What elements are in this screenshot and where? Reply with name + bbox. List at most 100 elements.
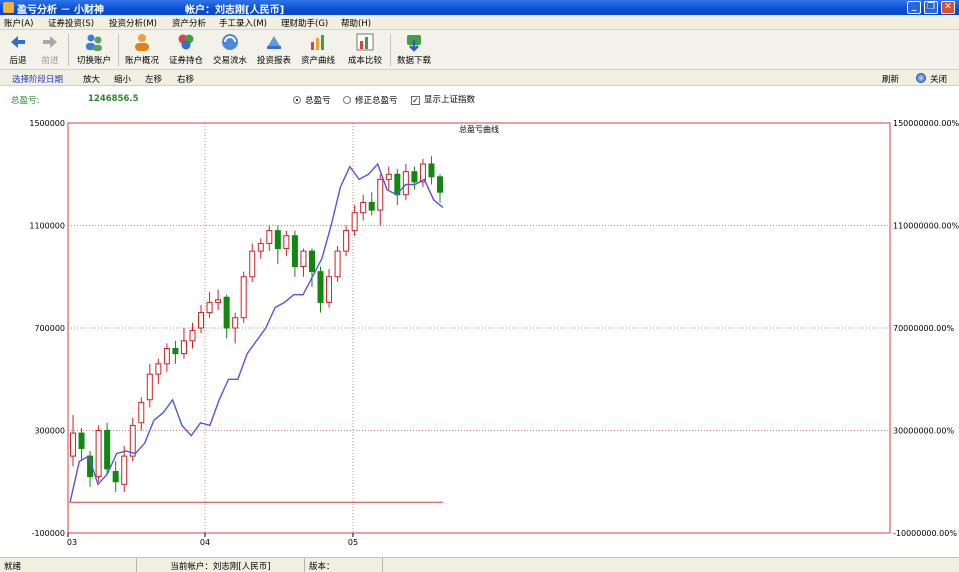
download-icon xyxy=(407,35,421,52)
menu-manual[interactable]: 手工录入(M) xyxy=(219,17,267,29)
candle-body xyxy=(377,178,384,211)
candle-body xyxy=(411,171,418,183)
toolbar-separator xyxy=(390,34,391,66)
candle-body xyxy=(70,432,76,457)
candle-body xyxy=(215,299,222,303)
radio-dot xyxy=(343,96,351,104)
status-current-account: 当前帐户：刘志刚[人民币] xyxy=(137,558,305,572)
bar-chart-icon xyxy=(311,35,324,50)
menu-help[interactable]: 帮助(H) xyxy=(341,17,371,29)
candle-body xyxy=(249,250,256,278)
transaction-flow-button[interactable]: 交易流水 xyxy=(210,32,250,66)
candle-body xyxy=(368,201,375,211)
pan-left-button[interactable]: 左移 xyxy=(145,73,162,85)
data-download-button[interactable]: 数据下载 xyxy=(394,32,434,66)
candle-body xyxy=(232,317,239,329)
close-icon[interactable] xyxy=(916,73,926,83)
app-icon xyxy=(3,2,14,13)
users-icon xyxy=(86,34,102,51)
radio-total-pnl[interactable]: 总盈亏 xyxy=(293,94,331,106)
pnl-chart: 1500000 150000000.00% 1100000 110000000.00%… xyxy=(29,119,959,547)
y-tick-label-right: 110000000.00% xyxy=(893,222,959,231)
candle-body xyxy=(112,471,119,483)
radio-adjusted-pnl[interactable]: 修正总盈亏 xyxy=(343,94,398,106)
candle-body xyxy=(300,250,307,267)
y-tick-label-right: 30000000.00% xyxy=(893,427,954,436)
zoom-in-button[interactable]: 放大 xyxy=(83,73,100,85)
candle-body xyxy=(274,230,281,250)
menu-assistant[interactable]: 理财助手(G) xyxy=(281,17,328,29)
flow-icon xyxy=(222,34,238,50)
candle-body xyxy=(291,235,298,267)
y-tick-label-right: 70000000.00% xyxy=(893,324,954,333)
y-tick-label-left: -100000 xyxy=(32,529,65,538)
window-account: 帐户：刘志刚[人民币] xyxy=(185,5,285,16)
y-tick-label-right: 150000000.00% xyxy=(893,119,959,128)
user-icon xyxy=(135,34,149,51)
cost-compare-button[interactable]: 成本比较 xyxy=(345,32,385,66)
y-tick-label-right: -10000000.00% xyxy=(893,529,957,538)
y-tick-label-left: 1500000 xyxy=(29,119,65,128)
status-ready: 就绪 xyxy=(0,558,137,572)
candle-body xyxy=(385,173,392,180)
candle-body xyxy=(172,348,179,355)
candle-body xyxy=(180,340,187,355)
arrow-left-icon xyxy=(11,36,25,48)
investment-report-button[interactable]: 投资报表 xyxy=(254,32,294,66)
menu-securities[interactable]: 证券投资(S) xyxy=(48,17,94,29)
candle-body xyxy=(240,276,247,319)
candle-body xyxy=(189,330,196,342)
account-overview-button[interactable]: 账户概况 xyxy=(122,32,162,66)
title-bar: 盈亏分析 － 小财神 帐户：刘志刚[人民币] _ ❐ ✕ xyxy=(0,0,959,16)
candle-body xyxy=(129,424,136,457)
x-tick-label: 04 xyxy=(200,538,210,547)
candle-body xyxy=(206,301,213,314)
back-button[interactable]: 后退 xyxy=(6,32,30,66)
status-version: 版本：E282.00.28 xyxy=(305,558,383,572)
holdings-icon xyxy=(178,34,194,50)
summary-row: 总盈亏: 1246856.5 总盈亏 修正总盈亏 ✓ 显示上证指数 xyxy=(0,88,959,108)
candle-body xyxy=(360,201,367,214)
menu-analysis[interactable]: 投资分析(M) xyxy=(109,17,157,29)
candle-body xyxy=(402,171,409,196)
minimize-icon[interactable]: _ xyxy=(907,1,921,14)
maximize-icon[interactable]: ❐ xyxy=(924,1,938,14)
x-tick-label: 05 xyxy=(348,538,358,547)
menu-account[interactable]: 账户(A) xyxy=(4,17,33,29)
chart-title: 总盈亏曲线 xyxy=(459,124,499,134)
total-pnl-label: 总盈亏: xyxy=(11,96,40,106)
refresh-button[interactable]: 刷新 xyxy=(882,73,899,85)
pan-right-button[interactable]: 右移 xyxy=(177,73,194,85)
y-tick-label-left: 1100000 xyxy=(29,222,65,231)
candle-body xyxy=(317,271,324,303)
toolbar: 后退 前进 切换账户 账户概况 证券持仓 交易流水 投资报表 资产曲线 成本比较… xyxy=(0,30,959,70)
menu-bar: 账户(A) 证券投资(S) 投资分析(M) 资产分析 手工录入(M) 理财助手(… xyxy=(0,15,959,30)
show-index-checkbox[interactable]: ✓ 显示上证指数 xyxy=(411,93,475,105)
asset-curve-button[interactable]: 资产曲线 xyxy=(298,32,338,66)
menu-assets[interactable]: 资产分析 xyxy=(172,17,206,29)
pnl-line xyxy=(69,162,444,503)
select-date-range-link[interactable]: 选择阶段日期 xyxy=(12,73,63,85)
candle-body xyxy=(266,230,273,244)
zoom-out-button[interactable]: 缩小 xyxy=(114,73,131,85)
toolbar-separator xyxy=(118,34,119,66)
toolbar-separator xyxy=(68,34,69,66)
candle-body xyxy=(223,296,230,329)
candle-body xyxy=(146,373,153,401)
close-button[interactable]: 关闭 xyxy=(930,73,947,85)
candle-body xyxy=(351,212,358,232)
switch-account-button[interactable]: 切换账户 xyxy=(74,32,114,66)
candle-body xyxy=(198,312,205,329)
candle-body xyxy=(104,430,111,470)
forward-button[interactable]: 前进 xyxy=(38,32,62,66)
holdings-button[interactable]: 证券持仓 xyxy=(166,32,206,66)
close-window-icon[interactable]: ✕ xyxy=(941,1,955,14)
candle-body xyxy=(283,235,290,250)
report-icon xyxy=(267,36,281,49)
status-bar: 就绪 当前帐户：刘志刚[人民币] 版本：E282.00.28 xyxy=(0,557,959,572)
candle-body xyxy=(437,176,443,193)
candle-body xyxy=(334,250,341,278)
candle-body xyxy=(257,242,264,252)
chart-toolbar: 选择阶段日期 放大 缩小 左移 右移 刷新 关闭 xyxy=(0,70,959,86)
candle-body xyxy=(78,432,85,449)
